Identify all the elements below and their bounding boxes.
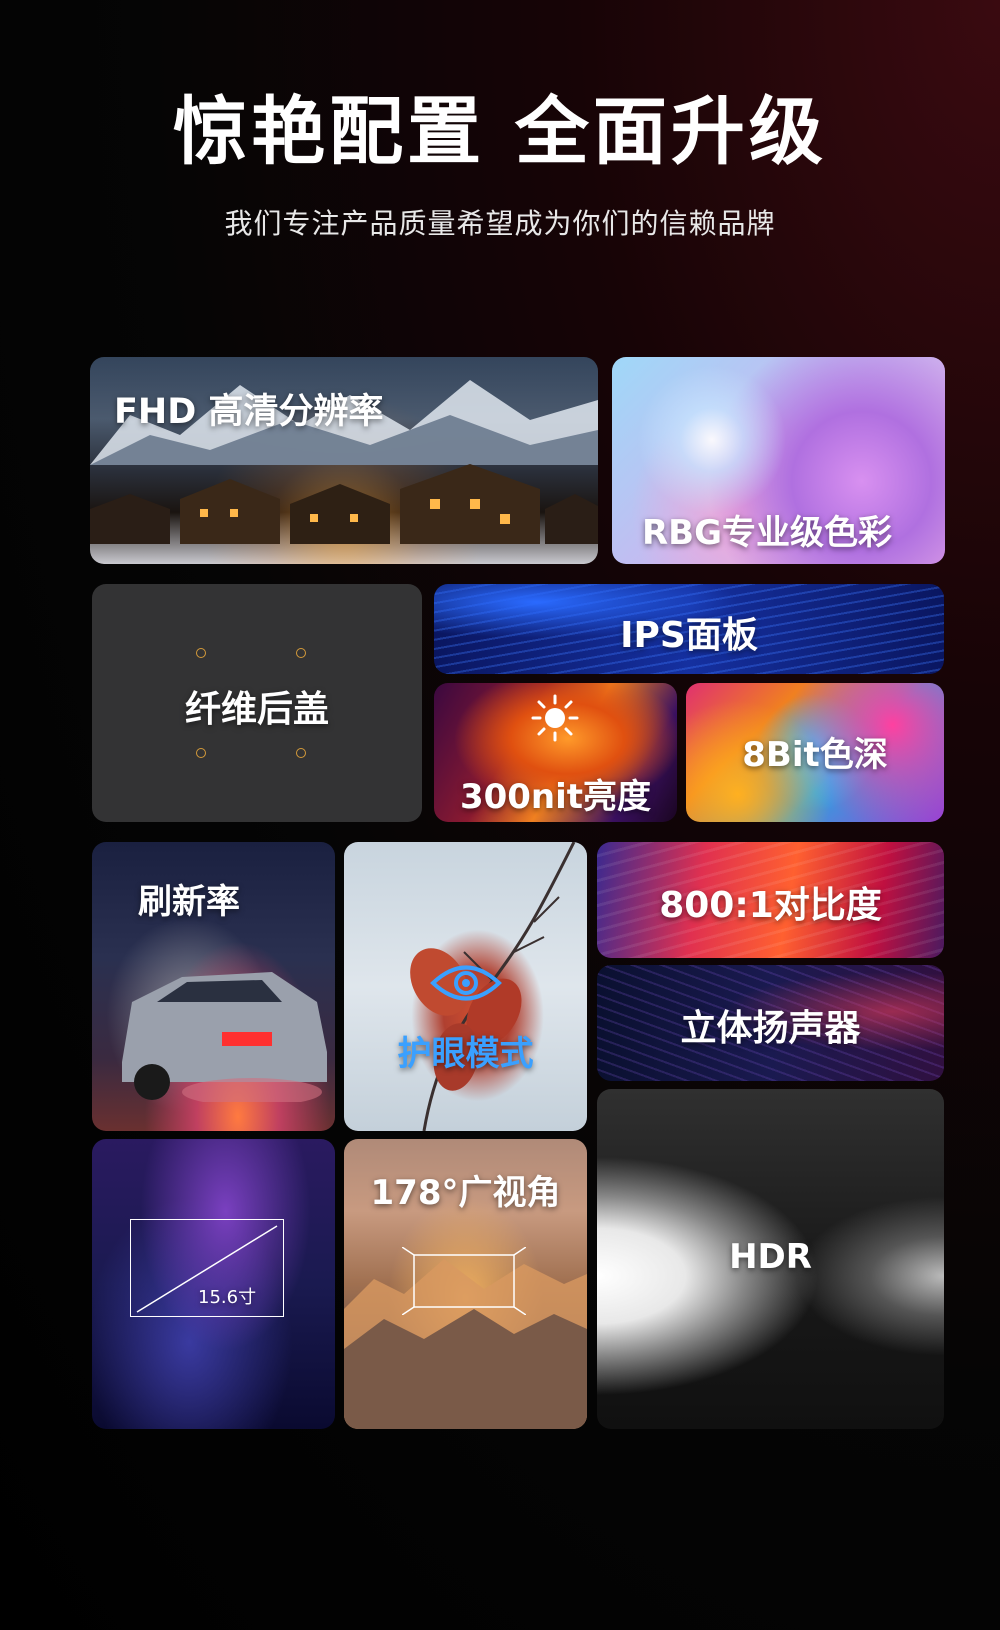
screen-size-label: 15.6寸 xyxy=(198,1287,257,1308)
feature-card-screen-size: 15.6寸 xyxy=(92,1139,335,1429)
feature-card-speaker: 立体扬声器 xyxy=(597,965,944,1081)
corner-dot-icon xyxy=(296,648,306,658)
feature-label: 纤维后盖 xyxy=(184,689,329,730)
feature-card-fhd: FHD 高清分辨率 xyxy=(90,357,598,564)
corner-dot-icon xyxy=(196,748,206,758)
feature-label: 178°广视角 xyxy=(370,1173,561,1213)
corner-dot-icon xyxy=(296,748,306,758)
feature-card-rbg: RBG专业级色彩 xyxy=(612,357,945,564)
page-subtitle: 我们专注产品质量希望成为你们的信赖品牌 xyxy=(224,207,776,240)
feature-label: 800:1对比度 xyxy=(659,885,882,926)
feature-label: 立体扬声器 xyxy=(680,1008,861,1049)
feature-card-color-depth: 8Bit色深 xyxy=(686,683,944,822)
sun-icon xyxy=(531,694,579,742)
corner-dot-icon xyxy=(196,648,206,658)
feature-card-hdr: HDR xyxy=(597,1089,944,1429)
page-title: 惊艳配置 全面升级 xyxy=(173,89,827,175)
feature-label: HDR xyxy=(729,1237,812,1277)
feature-card-brightness: 300nit亮度 xyxy=(434,683,677,822)
feature-label: 8Bit色深 xyxy=(742,735,888,775)
feature-card-viewing-angle: 178°广视角 xyxy=(344,1139,587,1429)
feature-card-ips: IPS面板 xyxy=(434,584,944,674)
eye-icon xyxy=(430,965,502,1001)
feature-card-eye-care: 护眼模式 xyxy=(344,842,587,1131)
feature-card-refresh-rate: 刷新率 xyxy=(92,842,335,1131)
feature-label: 300nit亮度 xyxy=(459,777,652,817)
feature-label: IPS面板 xyxy=(620,615,758,656)
feature-label: 护眼模式 xyxy=(397,1034,534,1074)
feature-card-contrast: 800:1对比度 xyxy=(597,842,944,958)
car-image xyxy=(122,972,327,1102)
feature-label: FHD 高清分辨率 xyxy=(114,392,384,432)
viewing-angle-frame-icon xyxy=(402,1247,526,1315)
feature-card-fiber: 纤维后盖 xyxy=(92,584,422,822)
feature-label: 刷新率 xyxy=(138,882,240,922)
feature-label: RBG专业级色彩 xyxy=(642,513,893,553)
village-image xyxy=(90,464,598,544)
